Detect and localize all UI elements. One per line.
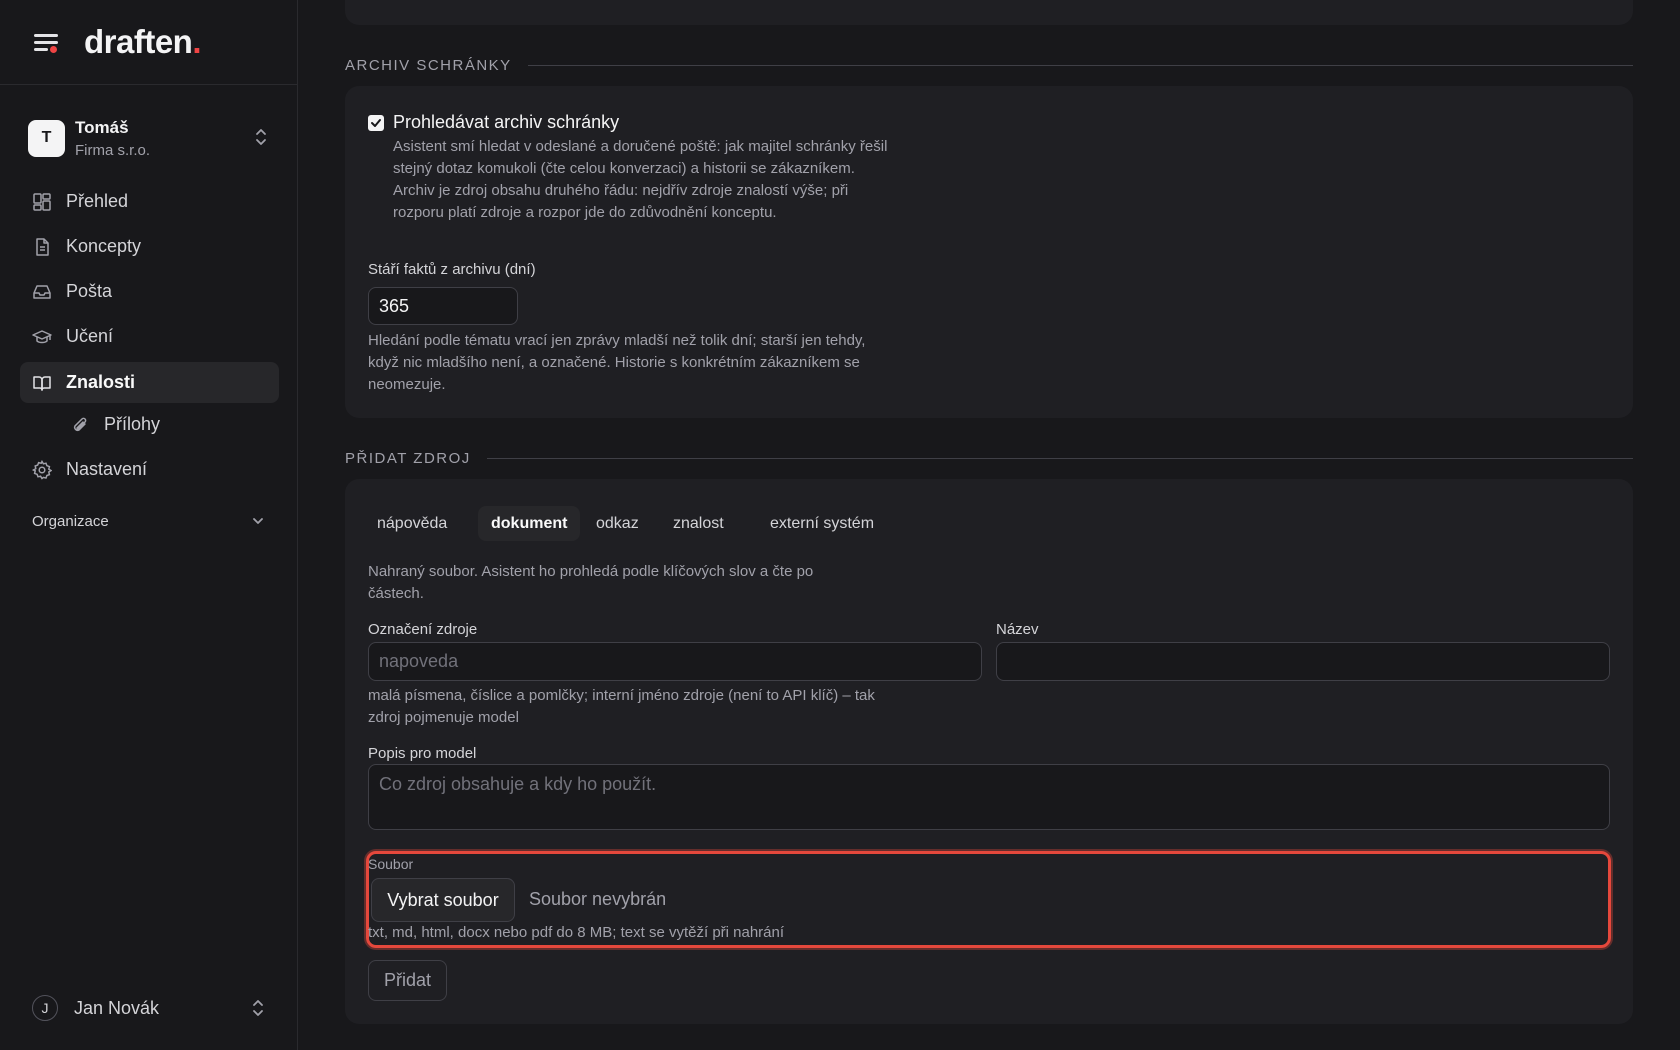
choose-file-button[interactable]: Vybrat soubor [371,878,515,922]
nav-item-prilohy[interactable]: Přílohy [20,404,279,445]
user-menu[interactable]: J Jan Novák [20,990,279,1026]
nav-label: Pošta [66,281,113,301]
name-label: Název [996,621,1039,638]
section-header-archive: ARCHIV SCHRÁNKY [345,55,1633,75]
divider [527,64,1633,66]
description-textarea[interactable]: Co zdroj obsahuje a kdy ho použít. [368,764,1610,830]
tab-napoveda[interactable]: nápověda [364,506,460,541]
chevron-down-icon [253,518,263,524]
sidebar: draften. T Tomáš Firma s.r.o. Přehled Ko… [0,0,298,1050]
organization-toggle[interactable]: Organizace [20,506,279,536]
tab-dokument[interactable]: dokument [478,506,581,541]
name-input[interactable] [996,642,1610,681]
paperclip-icon [70,415,90,435]
workspace-avatar: T [28,119,65,157]
nav-item-znalosti[interactable]: Znalosti [20,362,279,403]
workspace-name: Tomáš [75,117,129,137]
nav-label: Nastavení [66,459,148,479]
archive-search-checkbox[interactable] [368,114,384,131]
divider [486,457,1633,459]
workspace-company: Firma s.r.o. [75,141,151,159]
user-name: Jan Novák [74,997,160,1018]
add-source-button[interactable]: Přidat [368,960,447,1001]
brand-header: draften. [0,0,297,85]
source-id-input[interactable]: napoveda [368,642,982,681]
nav-item-uceni[interactable]: Učení [20,316,279,357]
archive-description: Asistent smí hledat v odeslané a doručen… [393,138,888,221]
nav-label: Přehled [66,191,129,211]
user-avatar: J [32,995,58,1021]
previous-card [345,0,1633,25]
nav-item-nastaveni[interactable]: Nastavení [20,449,279,490]
nav-item-koncepty[interactable]: Koncepty [20,226,279,267]
nav-label: Přílohy [104,414,161,434]
chevrons-up-down-icon [253,1000,263,1016]
nav-item-posta[interactable]: Pošta [20,271,279,312]
source-id-label: Označení zdroje [368,621,478,638]
graduation-cap-icon [32,327,52,347]
dashboard-icon [32,192,52,212]
chevrons-up-down-icon [256,129,266,145]
gear-icon [32,459,52,480]
source-id-help: malá písmena, číslice a pomlčky; interní… [368,687,875,726]
inbox-icon [32,282,52,302]
add-source-card: nápověda dokument odkaz znalost externí … [345,479,1633,1024]
section-header-add-source: PŘIDAT ZDROJ [345,448,1633,468]
document-icon [32,237,52,257]
section-title: PŘIDAT ZDROJ [345,449,471,467]
archive-search-label[interactable]: Prohledávat archiv schránky [393,112,619,133]
file-help: txt, md, html, docx nebo pdf do 8 MB; te… [368,924,785,941]
nav-label: Učení [66,326,114,346]
archive-age-help: Hledání podle tématu vrací jen zprávy ml… [368,332,866,393]
section-title: ARCHIV SCHRÁNKY [345,56,512,74]
nav-label: Znalosti [66,372,136,392]
archive-age-label: Stáří faktů z archivu (dní) [368,261,536,278]
file-status: Soubor nevybrán [529,889,667,909]
archive-age-input[interactable]: 365 [368,287,518,325]
workspace-switcher[interactable]: T Tomáš Firma s.r.o. [20,105,280,171]
archive-card: Prohledávat archiv schránky Asistent smí… [345,86,1633,418]
tab-odkaz[interactable]: odkaz [583,506,652,541]
organization-label: Organizace [32,512,109,530]
book-open-icon [32,373,52,393]
check-icon [371,118,381,127]
nav-label: Koncepty [66,236,142,256]
description-label: Popis pro model [368,745,477,762]
file-field: Soubor Vybrat soubor Soubor nevybrán txt… [366,851,1611,948]
file-label: Soubor [368,856,414,872]
menu-icon[interactable] [32,31,60,53]
nav-item-prehled[interactable]: Přehled [20,181,279,222]
logo[interactable]: draften. [84,23,201,61]
tab-znalost[interactable]: znalost [660,506,737,541]
tab-description: Nahraný soubor. Asistent ho prohledá pod… [368,563,814,602]
tab-externi-system[interactable]: externí systém [757,506,887,541]
